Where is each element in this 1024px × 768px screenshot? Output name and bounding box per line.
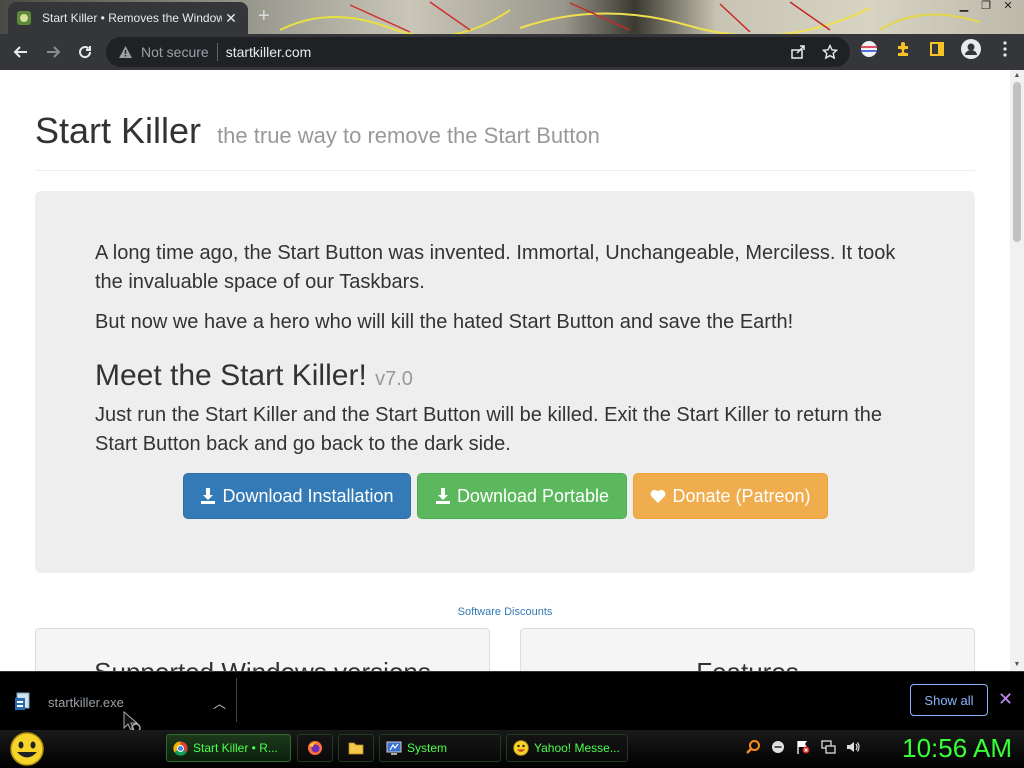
- donate-button[interactable]: Donate (Patreon): [633, 473, 828, 519]
- system-tray: [744, 738, 862, 756]
- taskbar-item-label: Yahoo! Messe...: [534, 741, 620, 755]
- chrome-icon: [173, 740, 188, 756]
- network-icon[interactable]: [819, 738, 837, 756]
- scroll-up-icon[interactable]: ▲: [1012, 72, 1022, 80]
- yahoo-messenger-icon: [513, 740, 529, 756]
- back-arrow-icon: [13, 46, 27, 58]
- close-window-icon[interactable]: ✕: [998, 0, 1018, 14]
- download-icon: [201, 488, 216, 504]
- forward-button[interactable]: [37, 36, 69, 68]
- donate-label: Donate (Patreon): [672, 485, 811, 506]
- download-portable-button[interactable]: Download Portable: [417, 473, 627, 519]
- new-tab-button[interactable]: +: [258, 6, 270, 26]
- folder-icon: [348, 742, 364, 755]
- tab-title: Start Killer • Removes the Windows Start…: [42, 11, 222, 25]
- scroll-down-icon[interactable]: ▼: [1012, 661, 1022, 669]
- address-bar[interactable]: Not secure startkiller.com: [106, 37, 850, 67]
- features-panel: Features: [520, 628, 975, 671]
- download-file-name: startkiller.exe: [48, 694, 124, 710]
- tab-close-icon[interactable]: ✕: [222, 10, 240, 27]
- smiley-start-icon[interactable]: [8, 732, 46, 766]
- intro-paragraph-1: A long time ago, the Start Button was in…: [95, 242, 896, 293]
- system-properties-icon: [386, 741, 402, 755]
- taskbar-item-label: System: [407, 741, 448, 755]
- extensions-area: [858, 38, 1016, 60]
- download-installation-label: Download Installation: [222, 485, 394, 506]
- warning-triangle-icon: [119, 46, 132, 58]
- page-scrollbar[interactable]: ▲ ▼: [1010, 70, 1024, 671]
- download-shelf: startkiller.exe ︿ Show all ✕: [0, 671, 1024, 730]
- exe-file-icon: [15, 692, 30, 710]
- reload-button[interactable]: [69, 36, 101, 68]
- download-installation-button[interactable]: Download Installation: [183, 473, 411, 519]
- window-controls: ▁ ❐ ✕: [954, 0, 1018, 14]
- download-icon: [435, 488, 450, 504]
- wallpaper-scribble: [279, 1, 981, 34]
- browser-tab-active[interactable]: Start Killer • Removes the Windows Start…: [8, 2, 248, 34]
- side-panel-icon[interactable]: [926, 38, 948, 60]
- minimize-icon[interactable]: ▁: [954, 0, 974, 14]
- action-center-flag-icon[interactable]: [794, 738, 812, 756]
- site-favicon-icon: [17, 11, 31, 25]
- supported-versions-title: Supported Windows versions: [36, 657, 489, 671]
- supported-versions-panel: Supported Windows versions: [35, 628, 490, 671]
- run-instructions: Just run the Start Killer and the Start …: [95, 404, 883, 455]
- download-divider: [236, 678, 237, 722]
- close-download-shelf-icon[interactable]: ✕: [998, 690, 1013, 708]
- page-subtitle: the true way to remove the Start Button: [217, 123, 600, 148]
- browser-titlebar: Start Killer • Removes the Windows Start…: [0, 0, 1024, 34]
- windows-taskbar: Start Killer • R... System Yahoo! Messe.…: [0, 730, 1024, 768]
- forward-arrow-icon: [47, 46, 61, 58]
- url-text[interactable]: startkiller.com: [226, 44, 790, 60]
- taskbar-item-system[interactable]: System: [379, 734, 501, 762]
- page-title: Start Killer the true way to remove the …: [35, 110, 975, 152]
- share-icon[interactable]: [790, 44, 806, 60]
- firefox-icon: [308, 741, 322, 755]
- reload-icon: [79, 46, 92, 59]
- maximize-icon[interactable]: ❐: [976, 0, 996, 14]
- volume-icon[interactable]: [844, 738, 862, 756]
- page-header: Start Killer the true way to remove the …: [35, 110, 975, 171]
- meet-heading-text: Meet the Start Killer!: [95, 359, 367, 392]
- security-status[interactable]: Not secure: [141, 44, 209, 60]
- scrollbar-thumb[interactable]: [1013, 82, 1021, 242]
- taskbar-item-firefox[interactable]: [297, 734, 333, 762]
- taskbar-item-chrome[interactable]: Start Killer • R...: [166, 734, 291, 762]
- action-buttons: Download Installation Download Portable …: [183, 473, 915, 519]
- features-title: Features: [521, 657, 974, 671]
- browser-toolbar: Not secure startkiller.com: [0, 34, 1024, 70]
- version-label: v7.0: [375, 368, 413, 390]
- taskbar-clock[interactable]: 10:56 AM: [872, 733, 1012, 764]
- chevron-up-icon[interactable]: ︿: [213, 693, 226, 712]
- tray-status-icon[interactable]: [769, 738, 787, 756]
- back-button[interactable]: [5, 36, 37, 68]
- meet-heading: Meet the Start Killer! v7.0: [95, 359, 915, 393]
- omnibox-divider: [216, 43, 218, 61]
- show-all-downloads-button[interactable]: Show all: [910, 684, 988, 716]
- hero-jumbotron: A long time ago, the Start Button was in…: [35, 191, 975, 573]
- bookmark-star-icon[interactable]: [822, 44, 838, 60]
- heart-icon: [651, 489, 666, 503]
- search-icon[interactable]: [744, 738, 762, 756]
- browser-menu-icon[interactable]: [994, 38, 1016, 60]
- intro-paragraph-2: But now we have a hero who will kill the…: [95, 311, 794, 333]
- taskbar-item-label: Start Killer • R...: [193, 741, 278, 755]
- vpn-extension-icon[interactable]: [858, 38, 880, 60]
- profile-avatar-icon[interactable]: [960, 38, 982, 60]
- software-discounts-link[interactable]: Software Discounts: [0, 606, 1010, 618]
- taskbar-item-yahoo-messenger[interactable]: Yahoo! Messe...: [506, 734, 628, 762]
- download-portable-label: Download Portable: [456, 485, 610, 506]
- taskbar-item-explorer[interactable]: [338, 734, 374, 762]
- page-title-text: Start Killer: [35, 110, 202, 151]
- page-viewport: Start Killer the true way to remove the …: [0, 70, 1024, 671]
- puzzle-extensions-icon[interactable]: [892, 38, 914, 60]
